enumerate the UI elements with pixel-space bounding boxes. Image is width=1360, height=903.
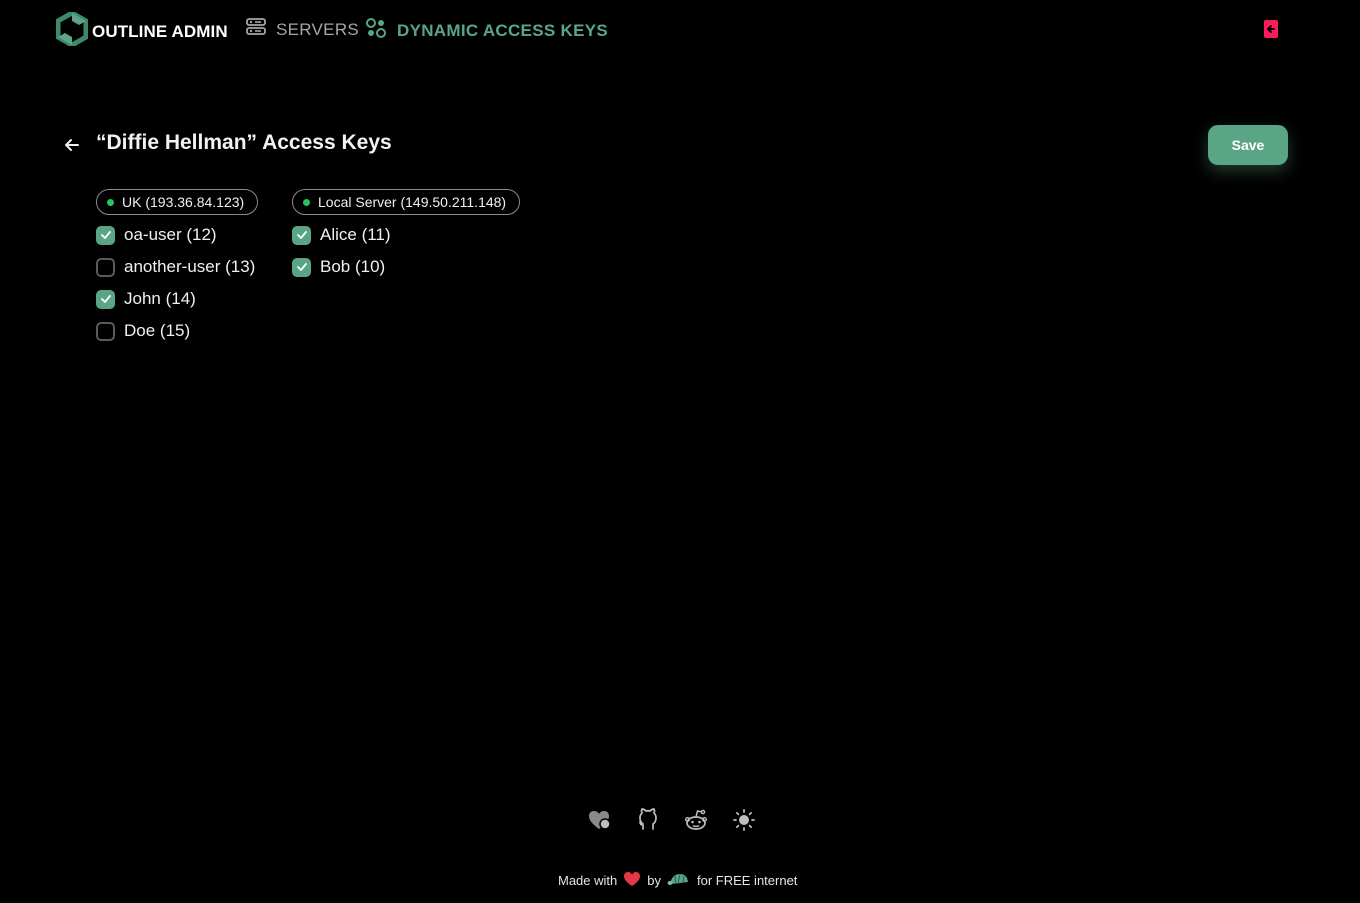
- nav-dynamic-access-keys-label: DYNAMIC ACCESS KEYS: [397, 20, 608, 40]
- server-chip: UK (193.36.84.123): [96, 189, 259, 215]
- save-button[interactable]: Save: [1208, 125, 1288, 165]
- page: OUTLINE ADMIN SERVERS DYNAMIC ACCESS KEY…: [0, 0, 1360, 903]
- heart-icon: [623, 871, 641, 890]
- check-icon: [100, 295, 111, 303]
- access-key-item[interactable]: Alice (11): [292, 225, 520, 245]
- server-chip-label: Local Server (149.50.211.148): [318, 194, 507, 210]
- nav-servers[interactable]: SERVERS: [246, 17, 359, 42]
- checkbox-unchecked[interactable]: [96, 321, 115, 341]
- brand[interactable]: OUTLINE ADMIN: [55, 10, 228, 51]
- brand-name: OUTLINE ADMIN: [92, 21, 228, 41]
- check-icon: [296, 231, 307, 239]
- reddit-icon[interactable]: [684, 808, 708, 832]
- online-status-dot: [107, 198, 114, 206]
- by-text: by: [647, 873, 661, 888]
- nav-servers-label: SERVERS: [276, 19, 360, 39]
- turtle-logo-icon[interactable]: [667, 871, 691, 890]
- access-key-label: Alice (11): [320, 225, 391, 244]
- access-key-item[interactable]: another-user (13): [96, 257, 258, 277]
- server-rack-icon: [246, 17, 266, 42]
- footer-tagline: for FREE internet: [696, 873, 798, 888]
- donate-heart-icon[interactable]: [588, 808, 612, 832]
- outline-logo-icon: [55, 10, 89, 51]
- back-arrow-icon[interactable]: [62, 135, 82, 155]
- server-column-local: Local Server (149.50.211.148) Alice (11)…: [292, 189, 521, 277]
- top-nav: OUTLINE ADMIN SERVERS DYNAMIC ACCESS KEY…: [0, 0, 1360, 58]
- footer-links: [588, 808, 756, 832]
- logout-icon[interactable]: [1262, 19, 1280, 44]
- access-key-label: another-user (13): [124, 257, 256, 276]
- footer-credit: Made with by for FREE internet: [558, 871, 797, 890]
- access-key-label: oa-user (12): [124, 225, 217, 244]
- checkbox-checked[interactable]: [96, 225, 115, 245]
- access-key-list: oa-user (12) another-user (13) John (14)…: [96, 225, 258, 341]
- access-key-item[interactable]: Bob (10): [292, 257, 520, 277]
- access-key-list: Alice (11) Bob (10): [292, 225, 520, 277]
- checkbox-checked[interactable]: [292, 225, 311, 245]
- checkbox-checked[interactable]: [292, 257, 311, 277]
- access-key-label: Bob (10): [320, 257, 386, 276]
- checkbox-unchecked[interactable]: [96, 257, 115, 277]
- server-chip-label: UK (193.36.84.123): [122, 194, 245, 210]
- made-with-text: Made with: [558, 873, 618, 888]
- server-chip: Local Server (149.50.211.148): [292, 189, 521, 215]
- dynamic-keys-icon: [365, 17, 387, 44]
- check-icon: [100, 231, 111, 239]
- check-icon: [296, 263, 307, 271]
- access-key-item[interactable]: John (14): [96, 289, 258, 309]
- checkbox-checked[interactable]: [96, 289, 115, 309]
- page-title: “Diffie Hellman” Access Keys: [96, 131, 392, 154]
- theme-sun-icon[interactable]: [732, 808, 756, 832]
- access-key-label: John (14): [124, 289, 196, 308]
- access-key-label: Doe (15): [124, 321, 191, 340]
- server-column-uk: UK (193.36.84.123) oa-user (12) another-…: [96, 189, 259, 341]
- github-icon[interactable]: [636, 808, 660, 832]
- access-key-item[interactable]: oa-user (12): [96, 225, 258, 245]
- nav-dynamic-access-keys[interactable]: DYNAMIC ACCESS KEYS: [365, 17, 608, 44]
- online-status-dot: [303, 198, 310, 206]
- access-key-item[interactable]: Doe (15): [96, 321, 258, 341]
